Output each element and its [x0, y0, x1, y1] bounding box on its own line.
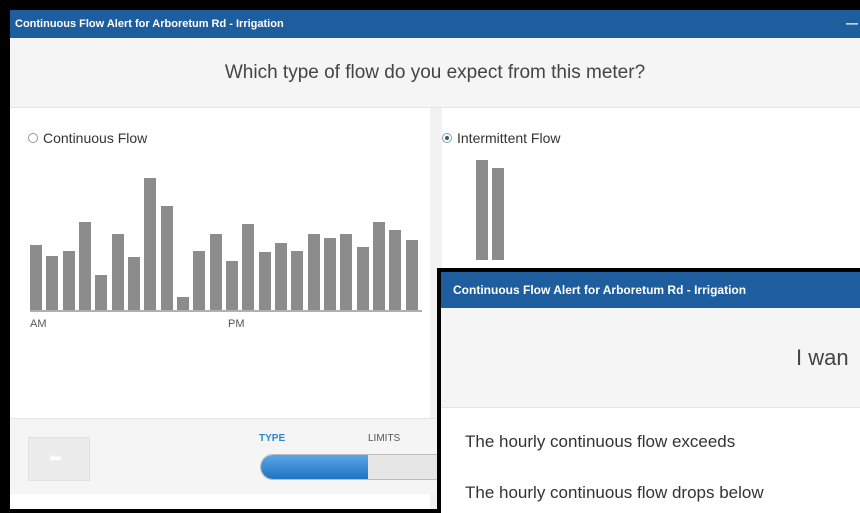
- minimize-icon[interactable]: —: [846, 10, 860, 38]
- chart-bar: [389, 230, 402, 310]
- back-arrow-icon: ⬅: [49, 450, 62, 467]
- back-button[interactable]: ⬅: [28, 437, 90, 481]
- chart-bar: [62, 250, 75, 310]
- axis-label-am: AM: [30, 318, 47, 330]
- heading-band: I wan: [441, 308, 860, 408]
- dialog-title: Continuous Flow Alert for Arboretum Rd -…: [15, 18, 284, 30]
- wizard-progress-fill: [261, 455, 369, 479]
- chart-bar: [307, 234, 320, 310]
- chart-bar: [275, 242, 288, 310]
- option-intermittent-flow[interactable]: Intermittent Flow: [442, 130, 560, 146]
- chart-bar: [95, 274, 108, 310]
- chart-bar: [356, 246, 369, 310]
- dialog-heading: I wan: [796, 345, 849, 370]
- chart-bar: [209, 234, 222, 310]
- chart-bar: [291, 250, 304, 310]
- chart-baseline: [30, 310, 422, 312]
- dialog-titlebar: Continuous Flow Alert for Arboretum Rd -…: [441, 272, 860, 308]
- option-intermittent-label: Intermittent Flow: [457, 130, 561, 146]
- chart-bar: [46, 256, 59, 310]
- condition-drops-below[interactable]: The hourly continuous flow drops below: [465, 483, 764, 503]
- flow-limits-dialog: Continuous Flow Alert for Arboretum Rd -…: [437, 268, 860, 513]
- chart-bar: [340, 234, 353, 310]
- step-type[interactable]: TYPE: [259, 433, 285, 444]
- axis-label-pm: PM: [228, 318, 245, 330]
- radio-intermittent-flow[interactable]: [442, 133, 452, 143]
- chart-bar: [226, 261, 239, 310]
- chart-bar: [193, 250, 206, 310]
- option-continuous-flow[interactable]: Continuous Flow: [28, 130, 147, 146]
- chart-bar: [128, 257, 141, 310]
- chart-bar: [79, 222, 92, 310]
- question-text: Which type of flow do you expect from th…: [224, 62, 646, 83]
- dialog-titlebar: Continuous Flow Alert for Arboretum Rd -…: [10, 10, 860, 38]
- chart-bar: [373, 222, 386, 310]
- continuous-flow-chart: [30, 175, 422, 310]
- chart-bar: [324, 238, 337, 310]
- chart-bar: [144, 177, 157, 310]
- question-band: Which type of flow do you expect from th…: [10, 38, 860, 108]
- chart-bar: [160, 206, 173, 310]
- option-continuous-label: Continuous Flow: [43, 130, 148, 146]
- wizard-progress-bar: [260, 454, 450, 480]
- chart-bar: [476, 160, 488, 260]
- chart-bar: [30, 245, 43, 310]
- chart-bar: [258, 251, 271, 310]
- step-limits[interactable]: LIMITS: [368, 433, 400, 444]
- radio-continuous-flow[interactable]: [28, 133, 38, 143]
- chart-bar: [242, 223, 255, 310]
- condition-exceeds[interactable]: The hourly continuous flow exceeds: [465, 432, 735, 452]
- intermittent-flow-chart: [476, 160, 516, 260]
- chart-bar: [492, 168, 504, 260]
- chart-bar: [177, 296, 190, 310]
- dialog-title: Continuous Flow Alert for Arboretum Rd -…: [453, 283, 747, 297]
- chart-bar: [405, 239, 418, 310]
- chart-bar: [111, 234, 124, 310]
